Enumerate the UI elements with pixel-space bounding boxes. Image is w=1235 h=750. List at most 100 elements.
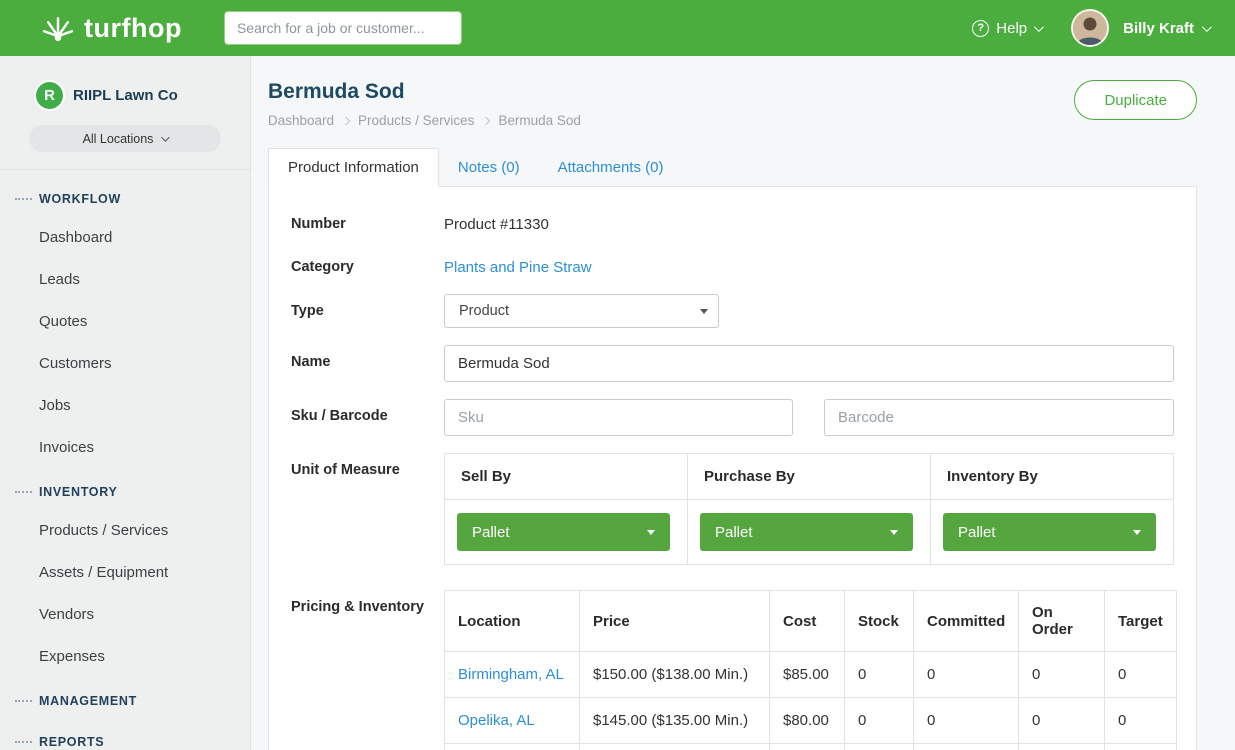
help-icon: ? (972, 20, 989, 37)
help-label: Help (996, 20, 1027, 37)
tab-product-information[interactable]: Product Information (268, 148, 439, 187)
sidebar-item-quotes[interactable]: Quotes (0, 301, 250, 343)
name-label: Name (291, 345, 444, 382)
caret-down-icon (890, 530, 898, 535)
help-menu[interactable]: ? Help (972, 20, 1041, 37)
caret-down-icon (1133, 530, 1141, 535)
type-select[interactable]: Product (444, 294, 719, 328)
col-location: Location (445, 591, 580, 652)
sprinkler-logo-icon (40, 11, 76, 45)
chevron-down-icon (162, 133, 170, 141)
on-order-cell: 0 (1019, 698, 1105, 744)
sidebar-item-invoices[interactable]: Invoices (0, 427, 250, 469)
col-cost: Cost (770, 591, 845, 652)
user-name: Billy Kraft (1123, 20, 1194, 37)
section-inventory[interactable]: INVENTORY (0, 469, 250, 510)
col-price: Price (580, 591, 770, 652)
user-menu[interactable]: Billy Kraft (1123, 20, 1209, 37)
col-committed: Committed (914, 591, 1019, 652)
caret-down-icon (647, 530, 655, 535)
brand-logo[interactable]: turfhop (40, 11, 182, 45)
location-link[interactable]: Birmingham, AL (445, 652, 580, 698)
sidebar-item-jobs[interactable]: Jobs (0, 385, 250, 427)
pricing-header-row: Location Price Cost Stock Committed On O… (445, 591, 1177, 652)
section-reports[interactable]: REPORTS (0, 719, 250, 750)
category-row: Category Plants and Pine Straw (291, 250, 1174, 277)
avatar[interactable] (1071, 9, 1109, 47)
topbar-right: ? Help Billy Kraft (972, 9, 1209, 47)
section-management[interactable]: MANAGEMENT (0, 678, 250, 719)
unit-of-measure-label: Unit of Measure (291, 453, 444, 565)
name-row: Name (291, 345, 1174, 382)
top-bar: turfhop ? Help Billy Kraft (0, 0, 1235, 56)
sku-input[interactable] (444, 399, 793, 436)
barcode-input[interactable] (824, 399, 1174, 436)
uom-header-sell-by: Sell By (445, 454, 688, 500)
section-dashes-icon (15, 198, 32, 200)
target-cell: 0 (1105, 652, 1177, 698)
section-label: WORKFLOW (39, 192, 121, 206)
search-input[interactable] (224, 11, 462, 45)
sidebar: R RIIPL Lawn Co All Locations WORKFLOW D… (0, 56, 251, 750)
sidebar-nav: WORKFLOW Dashboard Leads Quotes Customer… (0, 170, 250, 750)
location-link[interactable]: Opelika, AL (445, 698, 580, 744)
col-target: Target (1105, 591, 1177, 652)
number-value: Product #11330 (444, 207, 1174, 233)
sidebar-item-dashboard[interactable]: Dashboard (0, 217, 250, 259)
price-cell: $145.00 ($135.00 Min.) (580, 698, 770, 744)
type-label: Type (291, 294, 444, 328)
purchase-by-select[interactable]: Pallet (700, 513, 913, 551)
section-dashes-icon (15, 700, 32, 702)
page-title: Bermuda Sod (268, 80, 581, 104)
sidebar-item-customers[interactable]: Customers (0, 343, 250, 385)
section-workflow[interactable]: WORKFLOW (0, 176, 250, 217)
sidebar-item-expenses[interactable]: Expenses (0, 636, 250, 678)
category-link[interactable]: Plants and Pine Straw (444, 250, 592, 276)
page-header: Bermuda Sod Dashboard Products / Service… (268, 56, 1197, 128)
sell-by-value: Pallet (472, 524, 510, 541)
product-information-panel: Number Product #11330 Category Plants an… (268, 186, 1197, 750)
breadcrumb: Dashboard Products / Services Bermuda So… (268, 113, 581, 128)
section-dashes-icon (15, 491, 32, 493)
tab-attachments[interactable]: Attachments (0) (539, 149, 683, 186)
type-row: Type Product (291, 294, 1174, 328)
cost-cell: $80.00 (770, 698, 845, 744)
number-label: Number (291, 207, 444, 233)
all-locations-dropdown[interactable]: All Locations (29, 125, 221, 152)
breadcrumb-separator-icon (482, 116, 490, 124)
breadcrumb-dashboard[interactable]: Dashboard (268, 113, 334, 128)
col-stock: Stock (845, 591, 914, 652)
company-badge: R (36, 82, 63, 109)
on-order-cell: 0 (1019, 652, 1105, 698)
table-row: Birmingham, AL $150.00 ($138.00 Min.) $8… (445, 652, 1177, 698)
unit-of-measure-table: Sell By Purchase By Inventory By Pallet (444, 453, 1174, 565)
sku-barcode-row: Sku / Barcode (291, 399, 1174, 436)
inventory-by-select[interactable]: Pallet (943, 513, 1156, 551)
company-header: R RIIPL Lawn Co (0, 56, 250, 109)
sell-by-select[interactable]: Pallet (457, 513, 670, 551)
section-dashes-icon (15, 741, 32, 743)
purchase-by-value: Pallet (715, 524, 753, 541)
sidebar-item-vendors[interactable]: Vendors (0, 594, 250, 636)
breadcrumb-products-services[interactable]: Products / Services (358, 113, 474, 128)
sku-barcode-label: Sku / Barcode (291, 399, 444, 436)
breadcrumb-separator-icon (342, 116, 350, 124)
caret-down-icon (700, 309, 708, 314)
uom-header-inventory-by: Inventory By (931, 454, 1174, 500)
cost-cell: $85.00 (770, 652, 845, 698)
col-on-order: On Order (1019, 591, 1105, 652)
chevron-down-icon (1202, 22, 1212, 32)
uom-header-purchase-by: Purchase By (688, 454, 931, 500)
sidebar-item-assets-equipment[interactable]: Assets / Equipment (0, 552, 250, 594)
table-row: Opelika, AL $145.00 ($135.00 Min.) $80.0… (445, 698, 1177, 744)
name-input[interactable] (444, 345, 1174, 382)
sidebar-item-leads[interactable]: Leads (0, 259, 250, 301)
tab-notes[interactable]: Notes (0) (439, 149, 539, 186)
type-selected-value: Product (459, 303, 509, 319)
sidebar-item-products-services[interactable]: Products / Services (0, 510, 250, 552)
committed-cell: 0 (914, 698, 1019, 744)
duplicate-button[interactable]: Duplicate (1074, 80, 1197, 120)
pricing-inventory-row: Pricing & Inventory Location Price Cost … (291, 590, 1174, 750)
company-name: RIIPL Lawn Co (73, 87, 178, 104)
table-row-clipped (445, 744, 1177, 750)
